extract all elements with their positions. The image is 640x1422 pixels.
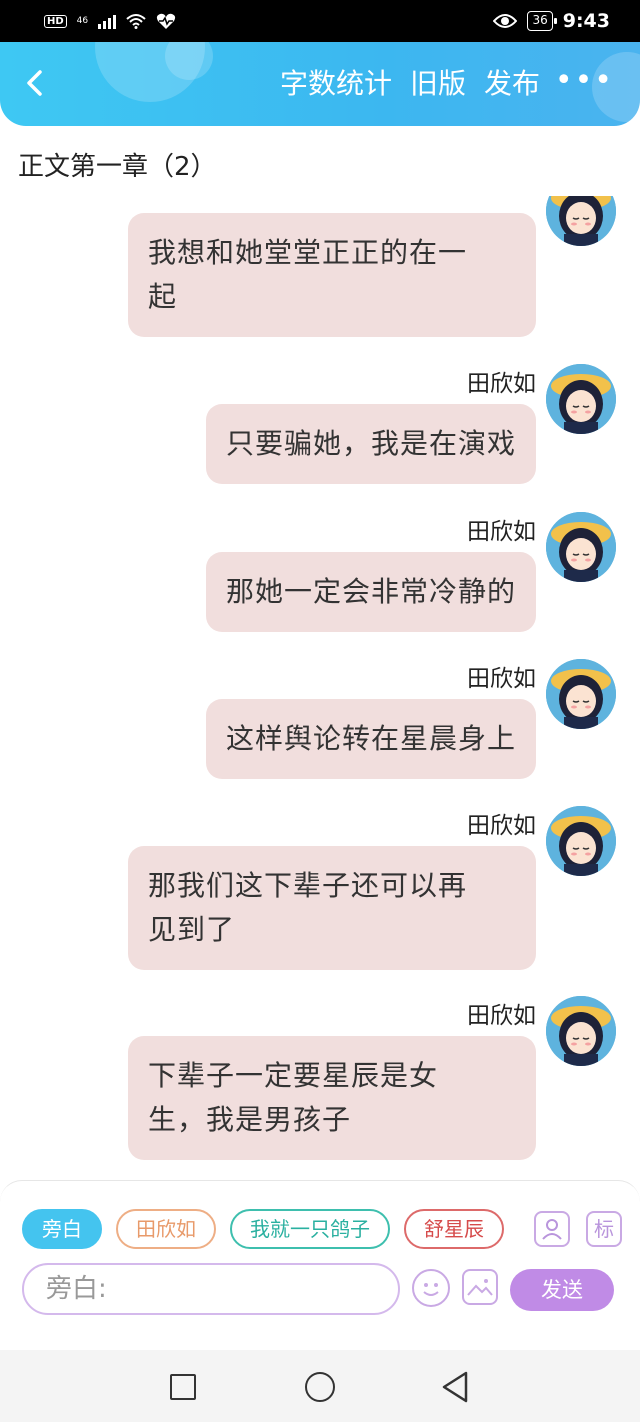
avatar[interactable] [546,996,616,1066]
chat-message: 我想和她堂堂正正的在一 起 [24,196,616,337]
wifi-icon [126,14,146,29]
sender-name: 田欣如 [467,666,536,692]
smiley-icon [423,1283,439,1296]
message-line: 那她一定会非常冷静的 [225,575,516,608]
network-type: 46 [76,15,89,26]
chapter-title: 正文第一章（2） [18,152,217,182]
publish-button[interactable]: 发布 [484,62,540,102]
clock: 9:43 [562,10,610,32]
message-bubble[interactable]: 那我们这下辈子还可以再 见到了 [128,846,536,970]
message-bubble[interactable]: 我想和她堂堂正正的在一 起 [128,213,536,337]
message-line: 起 [148,280,178,313]
avatar[interactable] [546,512,616,582]
battery-indicator: 36 [527,11,558,31]
girl-avatar-icon [546,996,616,1066]
home-icon[interactable] [305,1372,335,1402]
role-chip-shuxingchen[interactable]: 舒星辰 [404,1209,504,1249]
hd-indicator: HD [44,14,67,28]
message-bubble[interactable]: 那她一定会非常冷静的 [205,552,536,632]
avatar[interactable] [546,659,616,729]
avatar[interactable] [546,806,616,876]
chat-list[interactable]: 我想和她堂堂正正的在一 起 田欣如 只要骗她，我是在演戏 田欣如 那她一定会非常… [0,196,640,1182]
chat-message: 田欣如 下辈子一定要星辰是女 生，我是男孩子 [24,996,616,1166]
sender-name: 田欣如 [467,813,536,839]
top-app-bar: 字数统计 旧版 发布 ••• [0,42,640,126]
message-line: 那我们这下辈子还可以再 [148,869,468,902]
girl-avatar-icon [546,512,616,582]
sender-name: 田欣如 [467,371,536,397]
sender-name: 田欣如 [467,519,536,545]
add-character-button[interactable] [534,1211,570,1247]
girl-avatar-icon [546,659,616,729]
message-line: 我想和她堂堂正正的在一 [148,236,468,269]
role-selector: 旁白 田欣如 我就一只鸽子 舒星辰 [22,1209,504,1249]
chat-message: 田欣如 只要骗她，我是在演戏 [24,364,616,494]
send-button[interactable]: 发送 [510,1269,614,1311]
role-chip-pigeon[interactable]: 我就一只鸽子 [230,1209,390,1249]
girl-avatar-icon [546,364,616,434]
message-line: 见到了 [148,913,236,946]
heart-rate-icon [157,13,176,29]
girl-avatar-icon [546,196,616,246]
chat-message: 田欣如 那我们这下辈子还可以再 见到了 [24,806,616,976]
tag-button[interactable]: 标 [586,1211,622,1247]
image-button[interactable] [462,1269,498,1305]
compose-panel: 旁白 田欣如 我就一只鸽子 舒星辰 标 旁白: 发送 [0,1180,640,1350]
more-options-icon[interactable]: ••• [555,66,614,96]
message-bubble[interactable]: 这样舆论转在星晨身上 [205,699,536,779]
avatar[interactable] [546,364,616,434]
message-input[interactable]: 旁白: [22,1263,400,1315]
person-icon [542,1219,562,1240]
role-chip-narration[interactable]: 旁白 [22,1209,102,1249]
chat-message: 田欣如 那她一定会非常冷静的 [24,512,616,642]
signal-icon [98,13,117,29]
message-bubble[interactable]: 下辈子一定要星辰是女 生，我是男孩子 [128,1036,536,1160]
system-nav-bar [0,1350,640,1422]
word-count-button[interactable]: 字数统计 [280,62,392,102]
message-line: 生，我是男孩子 [148,1103,352,1136]
old-version-button[interactable]: 旧版 [410,62,466,102]
message-bubble[interactable]: 只要骗她，我是在演戏 [205,404,536,484]
back-triangle-icon[interactable] [440,1370,470,1404]
recent-apps-icon[interactable] [170,1374,196,1400]
message-line: 只要骗她，我是在演戏 [225,427,516,460]
image-icon [467,1279,493,1296]
eye-icon [493,14,518,28]
girl-avatar-icon [546,806,616,876]
back-arrow-icon[interactable] [22,70,48,96]
role-chip-tianxinru[interactable]: 田欣如 [116,1209,216,1249]
sender-name: 田欣如 [467,1003,536,1029]
status-bar: HD 46 36 9:43 [0,0,640,42]
avatar[interactable] [546,196,616,246]
message-line: 下辈子一定要星辰是女 [148,1059,439,1092]
chat-message: 田欣如 这样舆论转在星晨身上 [24,659,616,789]
message-line: 这样舆论转在星晨身上 [225,722,516,755]
emoji-button[interactable] [412,1269,450,1307]
